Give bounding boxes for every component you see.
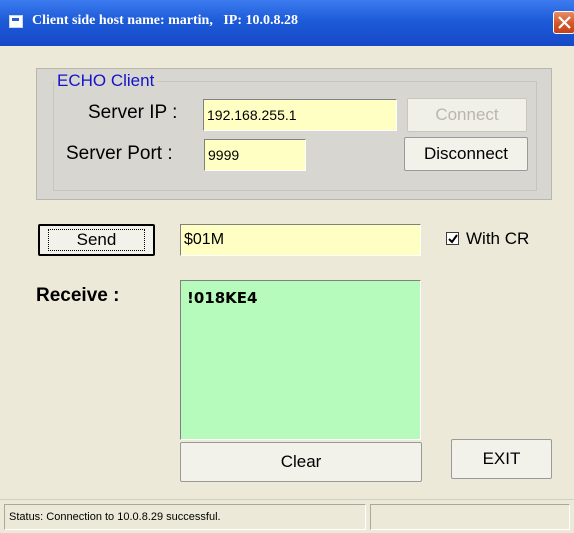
server-ip-value: 192.168.255.1 (207, 107, 297, 123)
status-text: Status: Connection to 10.0.8.29 successf… (9, 511, 221, 523)
send-button[interactable]: Send (38, 224, 155, 256)
command-field[interactable]: $01M (180, 224, 421, 256)
exit-button-label: EXIT (482, 449, 521, 468)
group-legend: ECHO Client (54, 71, 158, 91)
command-value: $01M (184, 231, 225, 248)
connect-button[interactable]: Connect (407, 98, 527, 132)
receive-text: !018KE4 (187, 289, 258, 307)
receive-textarea[interactable]: !018KE4 (180, 280, 421, 440)
app-window-icon (9, 15, 23, 28)
server-port-label: Server Port : (66, 143, 173, 164)
clear-button[interactable]: Clear (180, 442, 422, 482)
exit-button[interactable]: EXIT (451, 439, 552, 479)
send-button-label: Send (47, 229, 146, 251)
receive-label: Receive : (36, 285, 120, 306)
status-panel: Status: Connection to 10.0.8.29 successf… (4, 504, 366, 530)
connect-button-label: Connect (435, 105, 499, 124)
status-bar: Status: Connection to 10.0.8.29 successf… (0, 499, 574, 533)
with-cr-checkbox[interactable] (446, 232, 459, 245)
echo-client-window: Client side host name: martin, IP: 10.0.… (0, 0, 574, 533)
checkmark-icon (448, 234, 458, 244)
with-cr-label[interactable]: With CR (466, 229, 529, 249)
server-port-field[interactable]: 9999 (204, 139, 306, 171)
status-panel-secondary (370, 504, 570, 530)
server-ip-label: Server IP : (88, 102, 178, 123)
server-port-value: 9999 (208, 147, 240, 163)
title-bar[interactable]: Client side host name: martin, IP: 10.0.… (0, 0, 574, 46)
disconnect-button[interactable]: Disconnect (404, 137, 528, 171)
disconnect-button-label: Disconnect (423, 144, 509, 163)
close-button[interactable] (553, 11, 574, 34)
window-title: Client side host name: martin, IP: 10.0.… (32, 13, 298, 28)
clear-button-label: Clear (280, 452, 322, 471)
server-ip-field[interactable]: 192.168.255.1 (203, 99, 397, 131)
close-icon (558, 16, 571, 29)
